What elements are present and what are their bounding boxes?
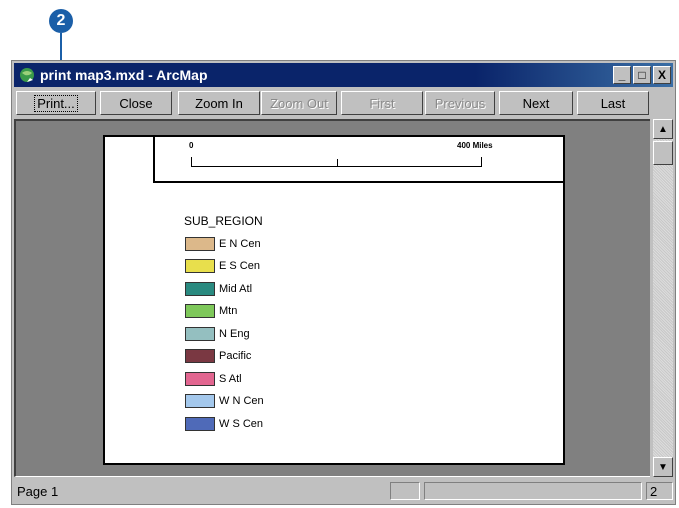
legend-item: Mid Atl [185,280,252,297]
window-title: print map3.mxd - ArcMap [40,67,208,83]
status-bar: Page 1 2 [14,480,673,502]
status-page-text: Page 1 [14,482,386,500]
close-button[interactable]: Close [100,91,172,115]
print-preview-area[interactable]: 0 400 Miles SUB_REGION E N Cen E S Cen Mid… [14,119,650,477]
first-page-button-label: First [369,95,395,111]
status-panel-empty [390,482,420,500]
preview-toolbar: Print... Close Zoom In Zoom Out First Pr… [14,89,673,117]
legend-swatch [185,281,215,296]
first-page-button[interactable]: First [341,91,423,115]
scale-bar-line [191,166,482,167]
legend-item: Mtn [185,303,237,320]
legend-item: W S Cen [185,415,263,432]
maximize-button[interactable]: □ [633,66,651,84]
print-button[interactable]: Print... [16,91,96,115]
status-panel-progress [424,482,642,500]
legend-item-label: W N Cen [219,395,264,407]
previous-page-button-label: Previous [434,95,486,111]
arcmap-print-preview-window: print map3.mxd - ArcMap _ □ X Print... C… [11,60,676,505]
last-page-button[interactable]: Last [577,91,649,115]
step-callout-badge: 2 [49,9,73,33]
close-button-label: Close [119,95,153,111]
legend-title: SUB_REGION [184,214,263,228]
legend-swatch [185,326,215,341]
legend-item-label: N Eng [219,327,250,340]
legend-item-label: S Atl [219,372,242,385]
map-frame-bottom-edge [153,181,563,183]
scroll-thumb[interactable] [653,141,673,165]
scroll-down-button[interactable]: ▼ [653,457,673,477]
legend-swatch [185,349,215,363]
preview-page: 0 400 Miles SUB_REGION E N Cen E S Cen Mid… [103,135,565,465]
legend-swatch [185,304,215,318]
vertical-scrollbar[interactable]: ▲ ▼ [653,119,673,477]
zoom-in-button[interactable]: Zoom In [178,91,260,115]
legend-item-label: Pacific [219,350,252,362]
scale-bar-start-label: 0 [189,141,194,150]
next-page-button-label: Next [522,95,550,111]
legend-item: Pacific [185,348,251,365]
legend-item-label: Mid Atl [219,282,253,295]
previous-page-button[interactable]: Previous [425,91,495,115]
page-count-value: 2 [650,483,658,499]
last-page-button-label: Last [600,95,626,111]
title-bar[interactable]: print map3.mxd - ArcMap _ □ X [14,63,673,87]
close-window-button[interactable]: X [653,66,671,84]
zoom-out-button-label: Zoom Out [270,95,328,111]
page-indicator: Page 1 [17,483,59,499]
print-button-label: Print... [34,94,78,112]
scroll-up-button[interactable]: ▲ [653,119,673,139]
arcmap-globe-icon [20,68,34,82]
legend-item-label: E S Cen [219,260,260,272]
legend-item: W N Cen [185,393,264,410]
zoom-in-button-label: Zoom In [195,95,243,111]
legend-item: E S Cen [185,258,260,275]
zoom-out-button[interactable]: Zoom Out [261,91,337,115]
legend-swatch [185,236,215,251]
legend-item-label: W S Cen [219,417,264,430]
legend-item-label: E N Cen [219,237,261,250]
scale-bar-end-label: 400 Miles [457,141,493,150]
legend-swatch [185,259,215,273]
legend-swatch [185,371,215,386]
legend-item-label: Mtn [219,305,238,317]
legend-item: E N Cen [185,235,261,252]
legend-item: S Atl [185,370,242,387]
minimize-button[interactable]: _ [613,66,631,84]
map-frame-left-edge [153,137,155,183]
legend-swatch [185,394,215,408]
legend-item: N Eng [185,325,250,342]
legend-swatch [185,416,215,431]
status-page-count: 2 [646,482,673,500]
next-page-button[interactable]: Next [499,91,573,115]
